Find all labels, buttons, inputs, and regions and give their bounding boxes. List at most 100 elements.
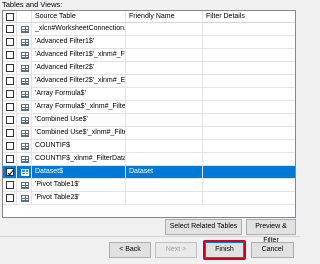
table-row[interactable]: 'Pivot Table1$' xyxy=(3,179,295,192)
row-check-cell[interactable] xyxy=(3,166,17,178)
select-all-checkbox[interactable] xyxy=(6,13,14,21)
table-row[interactable]: 'Advanced Filter2$' xyxy=(3,62,295,75)
row-check-cell[interactable] xyxy=(3,179,17,191)
row-checkbox[interactable] xyxy=(6,129,14,137)
friendly-name-cell[interactable] xyxy=(126,62,203,74)
table-row[interactable]: 'Combined Use$' xyxy=(3,114,295,127)
row-checkbox[interactable] xyxy=(6,38,14,46)
source-table-cell[interactable]: 'Pivot Table2$' xyxy=(32,192,126,204)
row-checkbox[interactable] xyxy=(6,194,14,202)
row-check-cell[interactable] xyxy=(3,88,17,100)
source-table-cell[interactable]: 'Array Formula$' xyxy=(32,88,126,100)
row-check-cell[interactable] xyxy=(3,192,17,204)
source-table-header[interactable]: Source Table xyxy=(32,11,126,22)
filter-details-cell[interactable] xyxy=(203,23,295,35)
table-icon xyxy=(21,117,29,124)
friendly-name-cell[interactable] xyxy=(126,114,203,126)
friendly-name-cell[interactable] xyxy=(126,140,203,152)
row-checkbox[interactable] xyxy=(6,51,14,59)
row-checkbox[interactable] xyxy=(6,116,14,124)
source-table-cell[interactable]: 'Array Formula$'_xlnm#_Filter... xyxy=(32,101,126,113)
finish-button[interactable]: Finish xyxy=(203,240,246,260)
table-row[interactable]: COUNTIF$_xlnm#_FilterData... xyxy=(3,153,295,166)
filter-details-cell[interactable] xyxy=(203,62,295,74)
back-button[interactable]: < Back xyxy=(109,242,151,258)
table-row[interactable]: 'Combined Use$'_xlnm#_Filte... xyxy=(3,127,295,140)
table-row[interactable]: Dataset$ Dataset xyxy=(3,166,295,179)
friendly-name-cell[interactable] xyxy=(126,192,203,204)
friendly-name-cell[interactable] xyxy=(126,23,203,35)
table-row[interactable]: COUNTIF$ xyxy=(3,140,295,153)
source-table-cell[interactable]: 'Combined Use$' xyxy=(32,114,126,126)
filter-details-cell[interactable] xyxy=(203,75,295,87)
row-check-cell[interactable] xyxy=(3,140,17,152)
source-table-cell[interactable]: 'Pivot Table1$' xyxy=(32,179,126,191)
friendly-name-cell[interactable] xyxy=(126,49,203,61)
preview-filter-button[interactable]: Preview & Filter xyxy=(246,219,296,244)
row-checkbox[interactable] xyxy=(6,64,14,72)
filter-details-header[interactable]: Filter Details xyxy=(203,11,295,22)
filter-details-cell[interactable] xyxy=(203,49,295,61)
filter-details-cell[interactable] xyxy=(203,101,295,113)
row-check-cell[interactable] xyxy=(3,114,17,126)
row-check-cell[interactable] xyxy=(3,101,17,113)
row-icon-cell xyxy=(17,192,32,204)
row-check-cell[interactable] xyxy=(3,75,17,87)
next-button[interactable]: Next > xyxy=(155,242,197,258)
row-checkbox[interactable] xyxy=(6,77,14,85)
row-icon-cell xyxy=(17,88,32,100)
friendly-name-cell[interactable] xyxy=(126,101,203,113)
filter-details-cell[interactable] xyxy=(203,166,295,178)
row-check-cell[interactable] xyxy=(3,62,17,74)
filter-details-cell[interactable] xyxy=(203,153,295,165)
source-table-cell[interactable]: 'Advanced Filter2$' xyxy=(32,62,126,74)
table-row[interactable]: _xlcn#WorksheetConnection... xyxy=(3,23,295,36)
source-table-cell[interactable]: 'Combined Use$'_xlnm#_Filte... xyxy=(32,127,126,139)
filter-details-cell[interactable] xyxy=(203,179,295,191)
filter-details-cell[interactable] xyxy=(203,192,295,204)
row-check-cell[interactable] xyxy=(3,23,17,35)
friendly-name-cell[interactable] xyxy=(126,153,203,165)
row-checkbox[interactable] xyxy=(6,25,14,33)
filter-details-cell[interactable] xyxy=(203,36,295,48)
row-icon-cell xyxy=(17,153,32,165)
source-table-cell[interactable]: 'Advanced Filter2$'_xlnm#_Ex... xyxy=(32,75,126,87)
friendly-name-cell[interactable] xyxy=(126,75,203,87)
row-checkbox[interactable] xyxy=(6,103,14,111)
filter-details-cell[interactable] xyxy=(203,140,295,152)
source-table-cell[interactable]: COUNTIF$_xlnm#_FilterData... xyxy=(32,153,126,165)
source-table-cell[interactable]: 'Advanced Filter1$' xyxy=(32,36,126,48)
source-table-cell[interactable]: 'Advanced Filter1$'_xlnm#_Fi... xyxy=(32,49,126,61)
select-related-tables-button[interactable]: Select Related Tables xyxy=(165,219,242,235)
table-row[interactable]: 'Advanced Filter1$'_xlnm#_Fi... xyxy=(3,49,295,62)
row-check-cell[interactable] xyxy=(3,49,17,61)
source-table-cell[interactable]: _xlcn#WorksheetConnection... xyxy=(32,23,126,35)
row-check-cell[interactable] xyxy=(3,36,17,48)
row-checkbox[interactable] xyxy=(6,90,14,98)
table-row[interactable]: 'Advanced Filter1$' xyxy=(3,36,295,49)
select-all-cell[interactable] xyxy=(3,11,17,22)
row-checkbox[interactable] xyxy=(6,142,14,150)
friendly-name-header[interactable]: Friendly Name xyxy=(126,11,203,22)
row-checkbox[interactable] xyxy=(6,181,14,189)
row-checkbox[interactable] xyxy=(6,168,14,176)
table-row[interactable]: 'Array Formula$'_xlnm#_Filter... xyxy=(3,101,295,114)
filter-details-cell[interactable] xyxy=(203,127,295,139)
row-check-cell[interactable] xyxy=(3,153,17,165)
source-table-cell[interactable]: COUNTIF$ xyxy=(32,140,126,152)
table-row[interactable]: 'Advanced Filter2$'_xlnm#_Ex... xyxy=(3,75,295,88)
tables-grid[interactable]: Source Table Friendly Name Filter Detail… xyxy=(2,10,296,218)
cancel-button[interactable]: Cancel xyxy=(251,242,294,258)
friendly-name-cell[interactable] xyxy=(126,88,203,100)
row-checkbox[interactable] xyxy=(6,155,14,163)
friendly-name-cell[interactable] xyxy=(126,179,203,191)
source-table-cell[interactable]: Dataset$ xyxy=(32,166,126,178)
row-check-cell[interactable] xyxy=(3,127,17,139)
friendly-name-cell[interactable]: Dataset xyxy=(126,166,203,178)
friendly-name-cell[interactable] xyxy=(126,127,203,139)
friendly-name-cell[interactable] xyxy=(126,36,203,48)
table-row[interactable]: 'Array Formula$' xyxy=(3,88,295,101)
filter-details-cell[interactable] xyxy=(203,114,295,126)
filter-details-cell[interactable] xyxy=(203,88,295,100)
table-row[interactable]: 'Pivot Table2$' xyxy=(3,192,295,205)
